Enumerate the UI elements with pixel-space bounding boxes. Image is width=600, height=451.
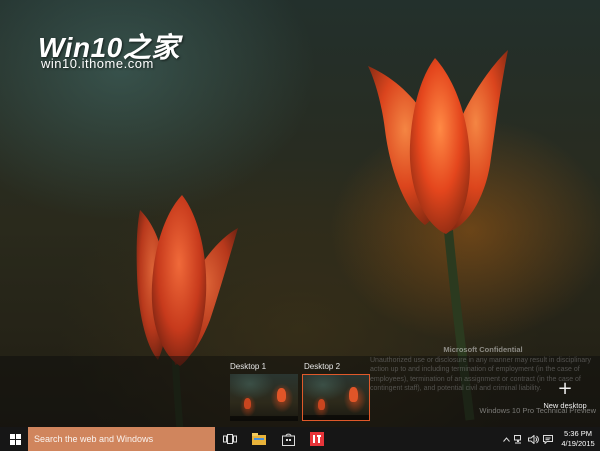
- clock[interactable]: 5:36 PM 4/19/2015: [558, 429, 598, 449]
- thumb-taskbar: [303, 415, 369, 420]
- search-box[interactable]: [28, 427, 215, 451]
- task-view-button[interactable]: [216, 427, 244, 451]
- volume-button[interactable]: [527, 427, 539, 451]
- store-icon: [281, 433, 295, 446]
- file-explorer-button[interactable]: [245, 427, 273, 451]
- taskbar: 5:36 PM 4/19/2015: [0, 427, 600, 451]
- volume-icon: [527, 434, 539, 444]
- thumb-flower: [277, 388, 286, 402]
- clock-time: 5:36 PM: [564, 429, 592, 438]
- thumb-flower: [349, 387, 358, 402]
- start-button[interactable]: [0, 427, 30, 451]
- desktop-1-thumbnail[interactable]: [230, 374, 298, 421]
- pinned-app-button[interactable]: [303, 427, 331, 451]
- action-center-button[interactable]: [542, 427, 554, 451]
- desktop-1-label: Desktop 1: [230, 362, 267, 371]
- network-icon: [514, 434, 521, 443]
- task-view-strip: [0, 356, 600, 427]
- desktop-2-label: Desktop 2: [304, 362, 341, 371]
- thumb-flower: [244, 398, 251, 409]
- confidential-title: Microsoft Confidential: [443, 345, 523, 354]
- chevron-up-icon: [502, 436, 510, 442]
- watermark-url: win10.ithome.com: [41, 56, 154, 71]
- desktop-2-thumbnail[interactable]: [302, 374, 370, 421]
- thumb-taskbar: [230, 416, 298, 421]
- edition-watermark: Windows 10 Pro Technical Preview: [479, 406, 596, 415]
- file-explorer-icon: [252, 433, 266, 445]
- windows-logo-icon: [9, 433, 21, 445]
- plus-icon: +: [557, 378, 573, 399]
- clock-date: 4/19/2015: [561, 439, 595, 448]
- network-button[interactable]: [513, 427, 525, 451]
- search-input[interactable]: [34, 434, 204, 444]
- action-center-icon: [543, 434, 553, 444]
- task-view-icon: [223, 434, 237, 444]
- store-button[interactable]: [274, 427, 302, 451]
- app-icon: [310, 432, 324, 446]
- thumb-flower: [318, 399, 325, 410]
- show-hidden-icons-button[interactable]: [500, 427, 512, 451]
